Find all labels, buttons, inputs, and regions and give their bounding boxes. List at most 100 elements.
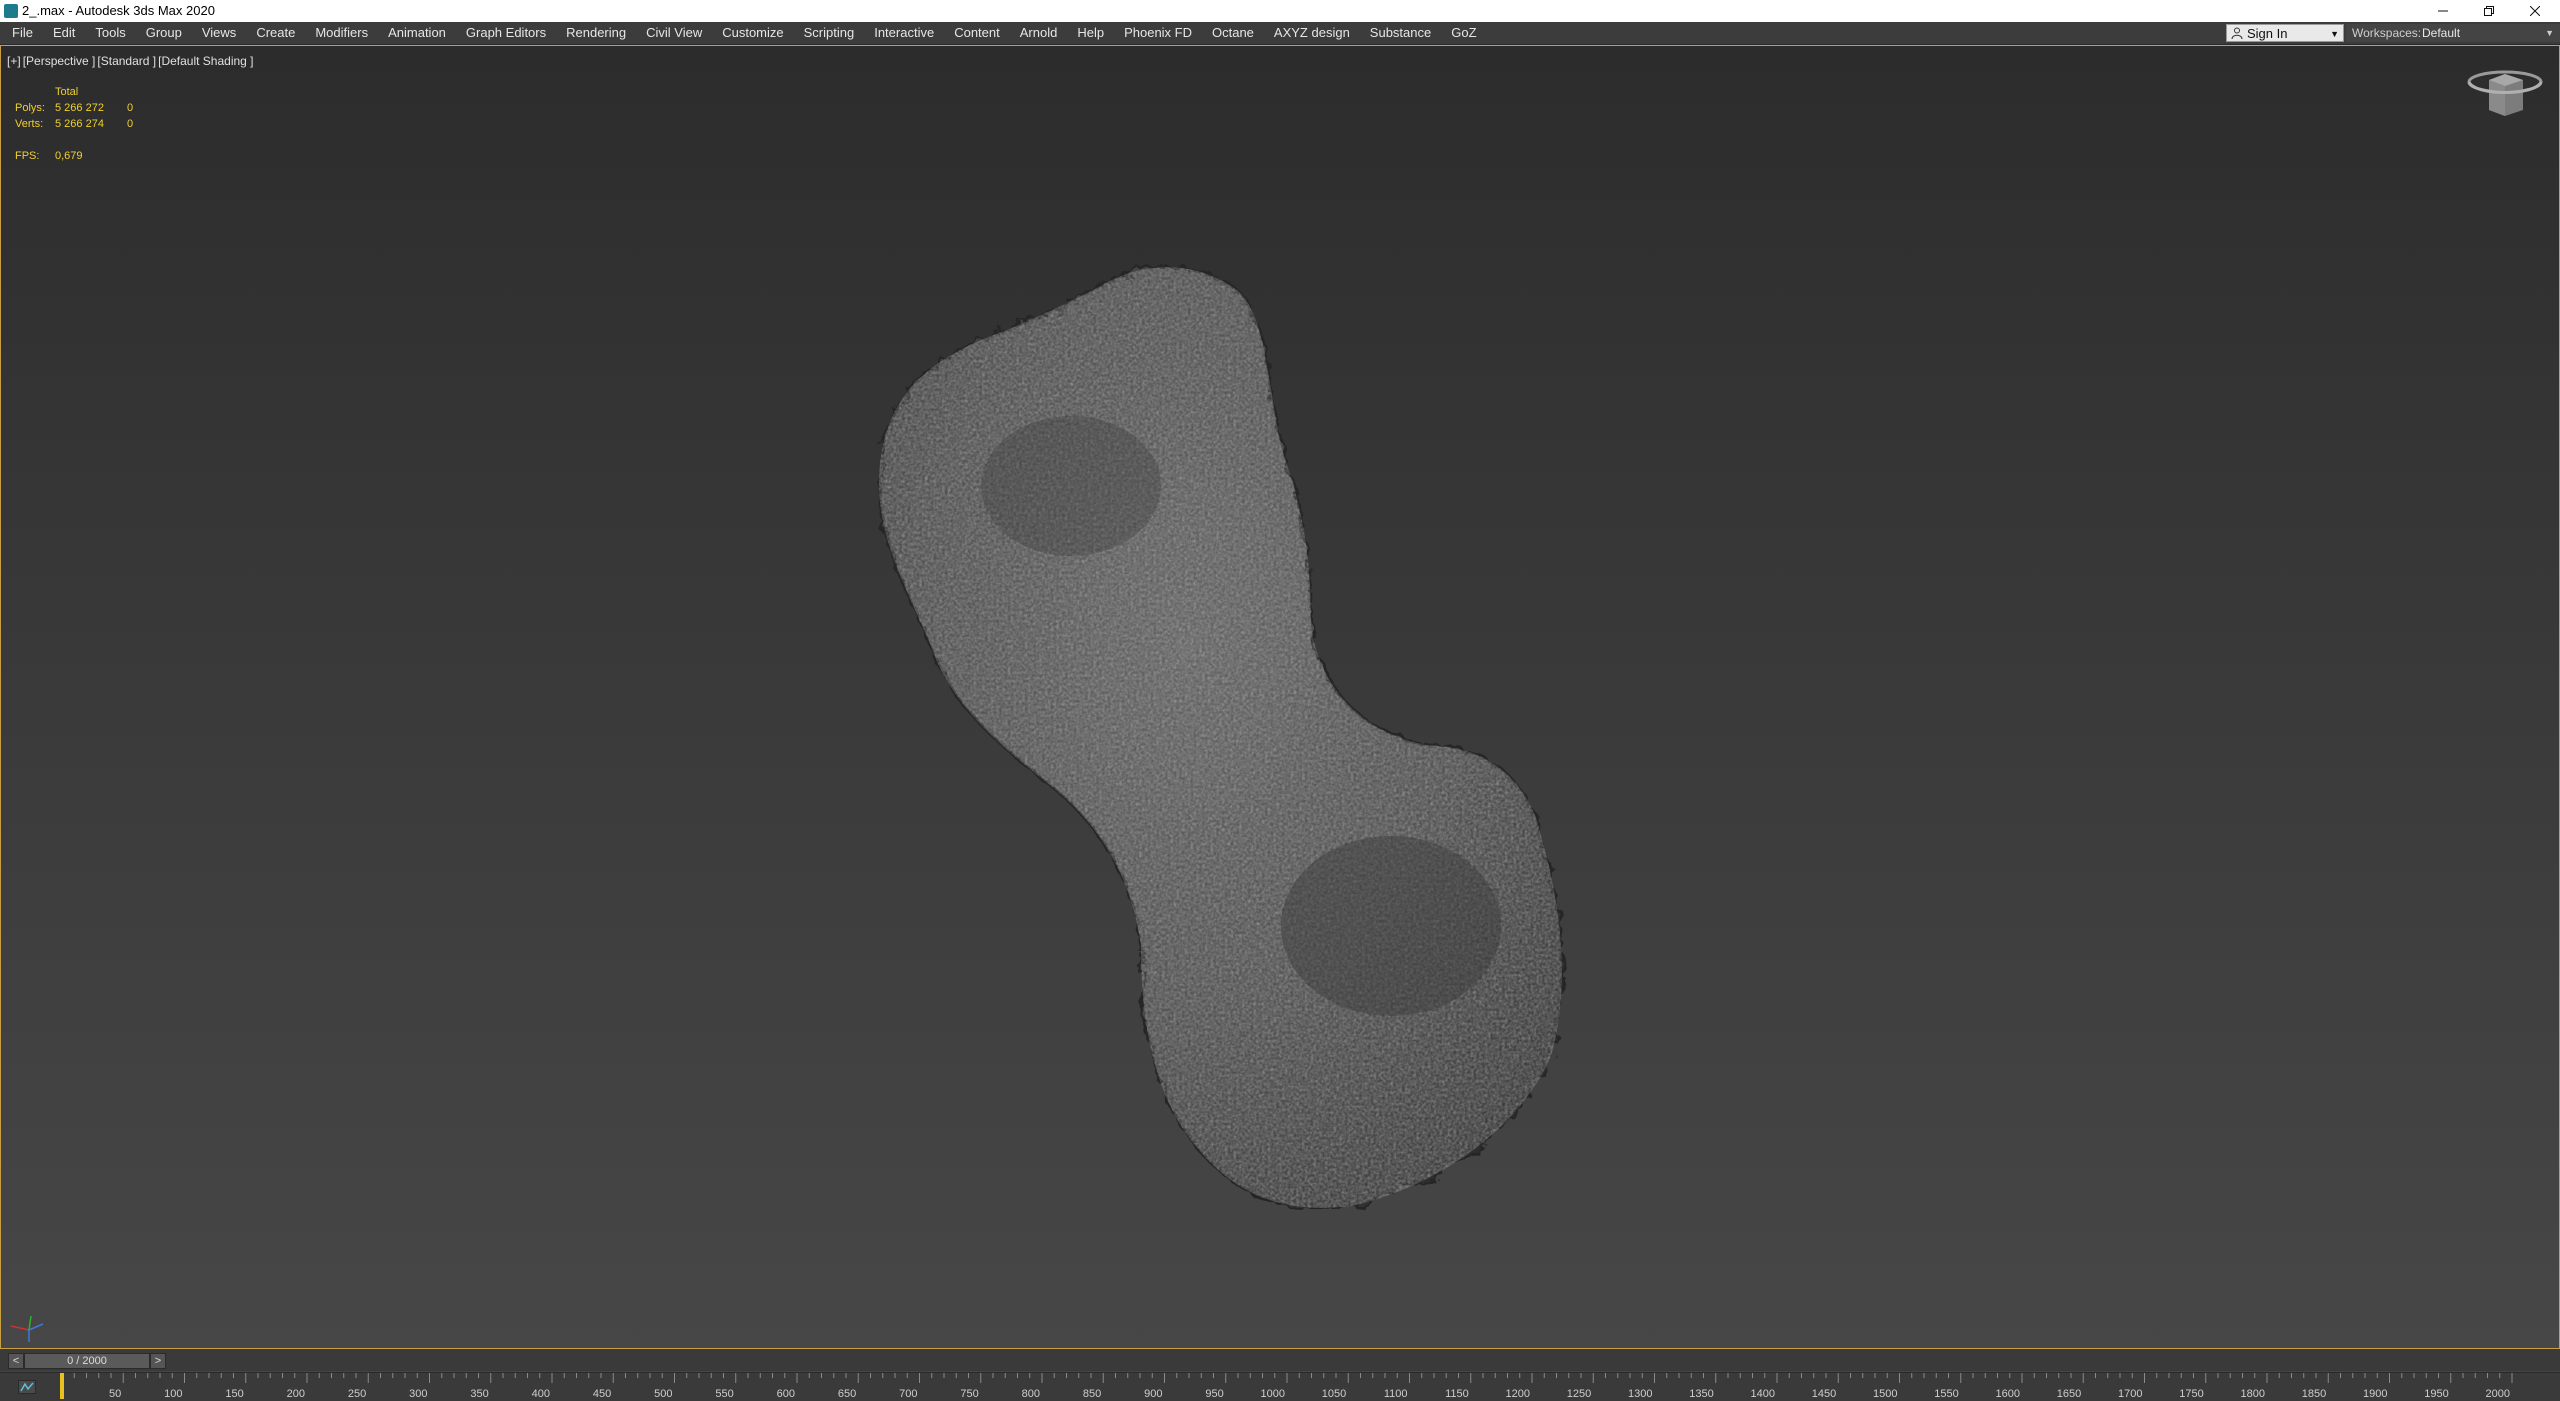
ruler-tick-label: 550 [715, 1388, 733, 1400]
close-button[interactable] [2512, 0, 2558, 22]
sign-in-label: Sign In [2247, 26, 2288, 41]
ruler-tick-label: 1600 [1996, 1388, 2020, 1400]
menu-edit[interactable]: Edit [43, 22, 85, 44]
ruler-tick-label: 850 [1083, 1388, 1101, 1400]
menu-animation[interactable]: Animation [378, 22, 456, 44]
restore-icon [2484, 6, 2494, 16]
polys-label: Polys: [15, 102, 45, 114]
ruler-tick-label: 1750 [2179, 1388, 2203, 1400]
ruler-tick-label: 500 [654, 1388, 672, 1400]
next-frame-button[interactable]: > [150, 1353, 166, 1369]
current-frame-marker[interactable] [60, 1373, 64, 1399]
ruler-tick-label: 50 [109, 1388, 121, 1400]
menu-goz[interactable]: GoZ [1441, 22, 1486, 44]
ruler-tick-label: 1850 [2302, 1388, 2326, 1400]
ruler-tick-label: 1200 [1506, 1388, 1530, 1400]
menu-content[interactable]: Content [944, 22, 1010, 44]
stats-verts-row: Verts: 5 266 274 0 [15, 116, 155, 132]
ruler-tick-label: 750 [960, 1388, 978, 1400]
ruler-tick-label: 950 [1205, 1388, 1223, 1400]
viewport-label: [+] [Perspective ] [Standard ] [Default … [7, 54, 254, 68]
menu-views[interactable]: Views [192, 22, 246, 44]
viewport-menu-standard[interactable]: [Standard ] [97, 54, 156, 68]
ruler-tick-label: 1050 [1322, 1388, 1346, 1400]
ruler-tick-label: 1000 [1261, 1388, 1285, 1400]
ruler-tick-label: 250 [348, 1388, 366, 1400]
stats-fps-row: FPS: 0,679 [15, 148, 155, 164]
polys-value: 5 266 272 [55, 102, 104, 114]
ruler-tick-label: 100 [164, 1388, 182, 1400]
app-icon [4, 4, 18, 18]
restore-button[interactable] [2466, 0, 2512, 22]
viewport-statistics: Total Polys: 5 266 272 0 Verts: 5 266 27… [15, 84, 155, 164]
ruler-tick-label: 650 [838, 1388, 856, 1400]
menu-interactive[interactable]: Interactive [864, 22, 944, 44]
track-bar-ruler: 50 100 150 200 250 300 350 400 450 500 550 600 650 70… [60, 1373, 2513, 1400]
menu-tools[interactable]: Tools [85, 22, 135, 44]
ruler-tick-label: 800 [1022, 1388, 1040, 1400]
verts-label: Verts: [15, 118, 44, 130]
ruler-tick-label: 400 [532, 1388, 550, 1400]
menu-substance[interactable]: Substance [1360, 22, 1441, 44]
sign-in-dropdown[interactable]: Sign In ▼ [2226, 24, 2344, 42]
ruler-tick-label: 200 [287, 1388, 305, 1400]
chevron-down-icon: ▼ [2545, 28, 2554, 38]
menu-octane[interactable]: Octane [1202, 22, 1264, 44]
fps-label: FPS: [15, 150, 40, 162]
viewport-menu-plus[interactable]: [+] [7, 54, 21, 68]
previous-frame-button[interactable]: < [8, 1353, 24, 1369]
menu-phoenix-fd[interactable]: Phoenix FD [1114, 22, 1202, 44]
axis-tripod-icon [10, 1315, 44, 1342]
ruler-tick-label: 700 [899, 1388, 917, 1400]
ruler-tick-label: 1950 [2424, 1388, 2448, 1400]
menu-arnold[interactable]: Arnold [1010, 22, 1068, 44]
viewport-menu-shading[interactable]: [Default Shading ] [158, 54, 253, 68]
menu-bar: File Edit Tools Group Views Create Modif… [0, 22, 2560, 45]
title-bar: 2_.max - Autodesk 3ds Max 2020 [0, 0, 2560, 22]
stats-total-header: Total [55, 86, 79, 98]
workspaces-value: Default [2422, 26, 2461, 40]
rock-mesh-model[interactable] [871, 226, 1691, 1216]
menu-graph-editors[interactable]: Graph Editors [456, 22, 556, 44]
menu-help[interactable]: Help [1067, 22, 1114, 44]
menu-group[interactable]: Group [136, 22, 192, 44]
workspaces-dropdown[interactable]: Workspaces: Default ▼ [2346, 24, 2560, 42]
menu-rendering[interactable]: Rendering [556, 22, 636, 44]
track-bar[interactable]: 50 100 150 200 250 300 350 400 450 500 550 600 650 70… [0, 1372, 2560, 1401]
menu-file[interactable]: File [0, 22, 43, 44]
menu-scripting[interactable]: Scripting [794, 22, 865, 44]
ruler-tick-label: 450 [593, 1388, 611, 1400]
ruler-tick-label: 1700 [2118, 1388, 2142, 1400]
frame-slider-thumb[interactable]: 0 / 2000 [24, 1353, 150, 1369]
fps-value: 0,679 [55, 150, 83, 162]
ruler-tick-label: 1350 [1689, 1388, 1713, 1400]
ruler-tick-label: 1150 [1445, 1388, 1469, 1400]
ruler-tick-label: 1400 [1751, 1388, 1775, 1400]
menu-modifiers[interactable]: Modifiers [305, 22, 378, 44]
ruler-tick-label: 1800 [2241, 1388, 2265, 1400]
ruler-tick-label: 350 [470, 1388, 488, 1400]
ruler-tick-label: 150 [225, 1388, 243, 1400]
ruler-tick-label: 1500 [1873, 1388, 1897, 1400]
ruler-tick-label: 1300 [1628, 1388, 1652, 1400]
menu-civil-view[interactable]: Civil View [636, 22, 712, 44]
perspective-viewport[interactable]: [+] [Perspective ] [Standard ] [Default … [0, 45, 2560, 1349]
ruler-tick-label: 900 [1144, 1388, 1162, 1400]
chevron-down-icon: ▼ [2330, 29, 2339, 39]
menu-create[interactable]: Create [246, 22, 305, 44]
minimize-icon [2438, 10, 2448, 12]
viewcube-icon[interactable] [2465, 66, 2545, 126]
menu-items: File Edit Tools Group Views Create Modif… [0, 22, 1487, 44]
person-icon [2231, 27, 2243, 39]
viewport-menu-pov[interactable]: [Perspective ] [23, 54, 96, 68]
menu-customize[interactable]: Customize [712, 22, 793, 44]
ruler-tick-label: 1900 [2363, 1388, 2387, 1400]
menu-axyz-design[interactable]: AXYZ design [1264, 22, 1360, 44]
ruler-tick-label: 300 [409, 1388, 427, 1400]
ruler-tick-label: 1100 [1384, 1388, 1408, 1400]
time-slider[interactable]: < 0 / 2000 > [0, 1349, 2560, 1371]
stats-header-row: Total [15, 84, 155, 100]
ruler-tick-label: 1450 [1812, 1388, 1836, 1400]
stats-spacer [15, 132, 155, 148]
minimize-button[interactable] [2420, 0, 2466, 22]
